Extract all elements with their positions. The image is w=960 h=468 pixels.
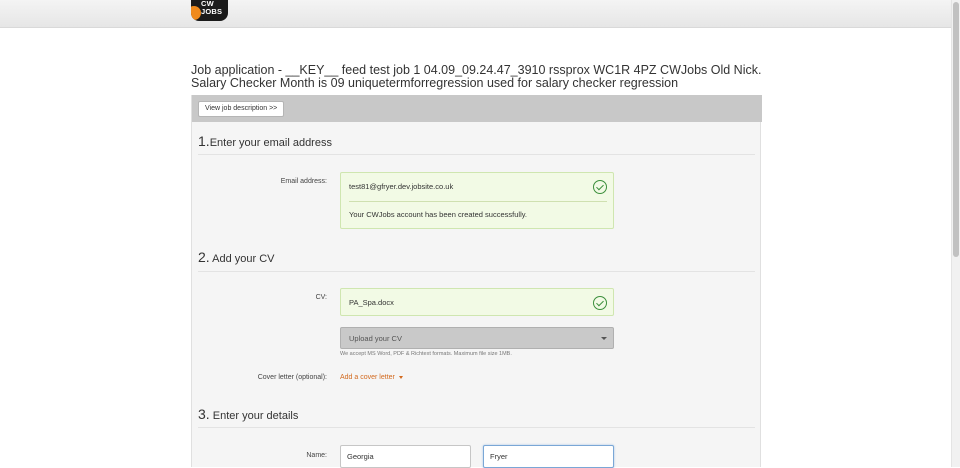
section-2-heading: 2. Add your CV	[198, 249, 275, 265]
section-1-title: Enter your email address	[209, 137, 332, 149]
name-label: Name:	[306, 452, 327, 459]
page-title: Job application - __KEY__ feed test job …	[191, 64, 771, 90]
section-3-title: Enter your details	[212, 410, 299, 422]
first-name-input[interactable]: Georgia	[340, 445, 471, 468]
form-header-bar: View job description >>	[192, 95, 762, 122]
page-scrollbar[interactable]	[951, 0, 960, 467]
caret-down-icon	[398, 375, 403, 379]
top-header: CW JOBS	[0, 0, 951, 28]
section-1-divider	[198, 154, 755, 155]
section-1-number: 1.	[198, 133, 210, 149]
logo-text: CW JOBS	[201, 0, 223, 16]
account-created-message: Your CWJobs account has been created suc…	[349, 210, 528, 219]
cv-valid-check-icon	[593, 296, 607, 310]
cv-filename: PA_Spa.docx	[349, 298, 394, 307]
chevron-down-icon	[601, 337, 607, 340]
email-box-divider	[349, 201, 607, 202]
add-cover-letter-text: Add a cover letter	[340, 374, 395, 381]
cv-field[interactable]: PA_Spa.docx	[340, 288, 614, 316]
cwjobs-logo[interactable]: CW JOBS	[191, 0, 228, 21]
cv-label: CV:	[315, 294, 327, 301]
application-form: View job description >> 1.Enter your ema…	[191, 95, 762, 468]
email-field[interactable]: test81@gfryer.dev.jobsite.co.uk Your CWJ…	[340, 172, 614, 229]
section-2-title: Add your CV	[212, 253, 275, 265]
logo-dot-icon	[191, 6, 201, 20]
upload-cv-label: Upload your CV	[349, 334, 402, 343]
view-job-description-button[interactable]: View job description >>	[198, 101, 285, 117]
section-2-divider	[198, 271, 755, 272]
section-1-heading: 1.Enter your email address	[198, 133, 332, 149]
email-valid-check-icon	[593, 180, 607, 194]
add-cover-letter-link[interactable]: Add a cover letter	[340, 374, 403, 381]
section-2-number: 2.	[198, 249, 210, 265]
scrollbar-thumb[interactable]	[953, 2, 959, 257]
email-label: Email address:	[280, 178, 327, 185]
section-3-divider	[198, 427, 755, 428]
section-3-number: 3.	[198, 406, 210, 422]
page-title-line2: Salary Checker Month is 09 uniquetermfor…	[191, 76, 679, 90]
cover-letter-label: Cover letter (optional):	[257, 374, 327, 381]
cv-format-hint: We accept MS Word, PDF & Richtext format…	[340, 351, 512, 357]
section-3-heading: 3. Enter your details	[198, 406, 298, 422]
upload-cv-dropdown[interactable]: Upload your CV	[340, 327, 614, 349]
last-name-input[interactable]: Fryer	[483, 445, 614, 468]
email-value: test81@gfryer.dev.jobsite.co.uk	[349, 182, 454, 191]
